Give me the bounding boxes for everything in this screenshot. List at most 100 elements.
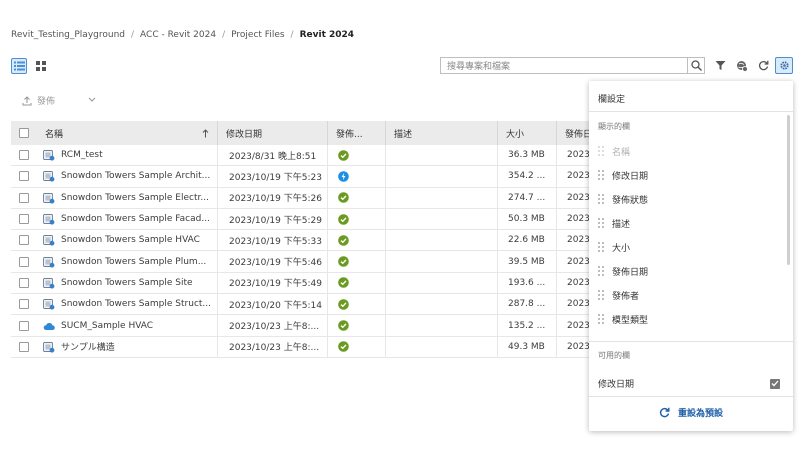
- row-checkbox[interactable]: [11, 209, 37, 229]
- file-name[interactable]: Snowdon Towers Sample Archit...: [61, 171, 210, 181]
- cell-description: [386, 145, 498, 166]
- status-success-icon[interactable]: [338, 341, 349, 353]
- breadcrumb-item-playground[interactable]: Revit_Testing_Playground: [11, 30, 125, 40]
- table-row[interactable]: Snowdon Towers Sample HVAC 2023/10/19 下午5…: [11, 230, 591, 252]
- displayed-column-item[interactable]: 發佈日期: [598, 265, 648, 278]
- row-checkbox[interactable]: [11, 188, 37, 208]
- table-row[interactable]: RCM_test 2023/8/31 晚上8:51 36.3 MB 2023: [11, 145, 591, 167]
- table-row[interactable]: Snowdon Towers Sample Archit... 2023/10/1…: [11, 166, 591, 188]
- search-input[interactable]: 搜尋專案和檔案: [440, 57, 687, 74]
- displayed-column-item[interactable]: 發佈者: [598, 289, 639, 302]
- cell-modified: 2023/10/19 下午5:29: [218, 208, 328, 230]
- drag-handle-icon[interactable]: [598, 194, 604, 205]
- cell-name[interactable]: Snowdon Towers Sample Archit...: [37, 166, 218, 187]
- table-row[interactable]: サンプル構造 2023/10/23 上午8:... 49.3 MB 2023: [11, 336, 591, 358]
- displayed-column-item[interactable]: 修改日期: [598, 169, 648, 182]
- file-name[interactable]: Snowdon Towers Sample Plum...: [61, 257, 206, 267]
- chevron-down-icon[interactable]: [88, 96, 96, 106]
- row-checkbox[interactable]: [11, 251, 37, 271]
- file-name[interactable]: Snowdon Towers Sample HVAC: [61, 235, 200, 245]
- row-checkbox[interactable]: [11, 315, 37, 335]
- publish-button[interactable]: 發佈: [22, 94, 96, 107]
- refresh-button[interactable]: [754, 57, 772, 74]
- files-table: 名稱 修改日期 發佈... 描述 大小 發佈日 RCM_test 2023/8/3…: [11, 121, 591, 358]
- cell-name[interactable]: サンプル構造: [37, 336, 218, 357]
- column-header-status[interactable]: 發佈...: [328, 121, 386, 145]
- displayed-column-item[interactable]: 描述: [598, 217, 630, 230]
- row-checkbox[interactable]: [11, 166, 37, 186]
- list-view-button[interactable]: [11, 58, 27, 74]
- cell-status: [328, 230, 386, 251]
- available-column-item[interactable]: 修改日期: [598, 377, 780, 390]
- grid-view-button[interactable]: [33, 58, 49, 74]
- breadcrumb-item-acc[interactable]: ACC - Revit 2024: [140, 30, 216, 40]
- select-all-checkbox[interactable]: [11, 121, 37, 145]
- cell-status: [328, 272, 386, 294]
- drag-handle-icon[interactable]: [598, 290, 604, 301]
- row-checkbox[interactable]: [11, 145, 37, 165]
- file-name[interactable]: サンプル構造: [61, 340, 115, 353]
- drag-handle-icon[interactable]: [598, 170, 604, 181]
- status-success-icon[interactable]: [338, 235, 349, 246]
- table-row[interactable]: Snowdon Towers Sample Electr... 2023/10/1…: [11, 187, 591, 209]
- displayed-column-item[interactable]: 大小: [598, 241, 630, 254]
- row-checkbox[interactable]: [11, 273, 37, 293]
- drag-handle-icon[interactable]: [598, 314, 604, 325]
- file-name[interactable]: SUCM_Sample HVAC: [61, 321, 153, 331]
- table-row[interactable]: Snowdon Towers Sample Facad... 2023/10/19…: [11, 208, 591, 231]
- file-name[interactable]: Snowdon Towers Sample Facad...: [61, 214, 210, 224]
- file-name[interactable]: Snowdon Towers Sample Struct...: [61, 299, 211, 309]
- column-header-name-label: 名稱: [45, 129, 64, 140]
- cell-name[interactable]: Snowdon Towers Sample Plum...: [37, 251, 218, 272]
- column-header-modified[interactable]: 修改日期: [218, 121, 328, 145]
- cell-name[interactable]: RCM_test: [37, 145, 218, 166]
- status-success-icon[interactable]: [338, 320, 349, 331]
- cell-name[interactable]: Snowdon Towers Sample Site: [37, 272, 218, 294]
- status-success-icon[interactable]: [338, 149, 349, 161]
- drag-handle-icon[interactable]: [598, 242, 604, 253]
- status-success-icon[interactable]: [338, 213, 349, 225]
- row-checkbox[interactable]: [11, 294, 37, 314]
- cell-name[interactable]: Snowdon Towers Sample HVAC: [37, 230, 218, 251]
- status-success-icon[interactable]: [338, 256, 349, 267]
- status-processing-icon[interactable]: [338, 171, 349, 182]
- displayed-column-item[interactable]: 模型類型: [598, 313, 648, 326]
- table-row[interactable]: Snowdon Towers Sample Plum... 2023/10/19 …: [11, 251, 591, 273]
- sync-button[interactable]: [733, 57, 751, 74]
- cell-status: [328, 315, 386, 336]
- row-checkbox[interactable]: [11, 230, 37, 250]
- drag-handle-icon[interactable]: [598, 218, 604, 229]
- column-settings-button[interactable]: [775, 57, 793, 74]
- file-name[interactable]: Snowdon Towers Sample Electr...: [61, 193, 209, 203]
- cell-modified: 2023/10/19 下午5:49: [218, 272, 328, 294]
- table-row[interactable]: Snowdon Towers Sample Site 2023/10/19 下午5…: [11, 272, 591, 295]
- panel-scrollbar[interactable]: [787, 115, 790, 265]
- file-name[interactable]: RCM_test: [61, 150, 103, 160]
- cell-name[interactable]: Snowdon Towers Sample Electr...: [37, 187, 218, 208]
- file-name[interactable]: Snowdon Towers Sample Site: [61, 278, 193, 288]
- column-header-size[interactable]: 大小: [498, 121, 557, 145]
- status-success-icon[interactable]: [338, 298, 349, 310]
- search-button[interactable]: [687, 57, 705, 74]
- cell-name[interactable]: Snowdon Towers Sample Struct...: [37, 294, 218, 315]
- filter-button[interactable]: [711, 57, 729, 74]
- cell-name[interactable]: Snowdon Towers Sample Facad...: [37, 208, 218, 230]
- displayed-column-item[interactable]: 發佈狀態: [598, 193, 648, 206]
- cell-published: 2023: [567, 150, 590, 161]
- column-header-name[interactable]: 名稱: [37, 121, 218, 145]
- table-row[interactable]: Snowdon Towers Sample Struct... 2023/10/2…: [11, 294, 591, 316]
- row-checkbox[interactable]: [11, 337, 37, 357]
- column-header-description[interactable]: 描述: [386, 121, 498, 145]
- displayed-column-label: 名稱: [612, 148, 631, 158]
- breadcrumb-item-project-files[interactable]: Project Files: [231, 30, 284, 40]
- cell-name[interactable]: SUCM_Sample HVAC: [37, 315, 218, 336]
- table-row[interactable]: SUCM_Sample HVAC 2023/10/23 上午8:... 135.2 …: [11, 315, 591, 337]
- revit-file-icon: [43, 213, 55, 225]
- status-success-icon[interactable]: [338, 277, 349, 289]
- column-header-published[interactable]: 發佈日: [557, 121, 591, 145]
- status-success-icon[interactable]: [338, 192, 349, 204]
- checked-checkbox-icon[interactable]: [770, 378, 780, 389]
- drag-handle-icon[interactable]: [598, 266, 604, 277]
- column-header-modified-label: 修改日期: [226, 129, 263, 140]
- reset-to-default-button[interactable]: 重設為預設: [589, 406, 793, 419]
